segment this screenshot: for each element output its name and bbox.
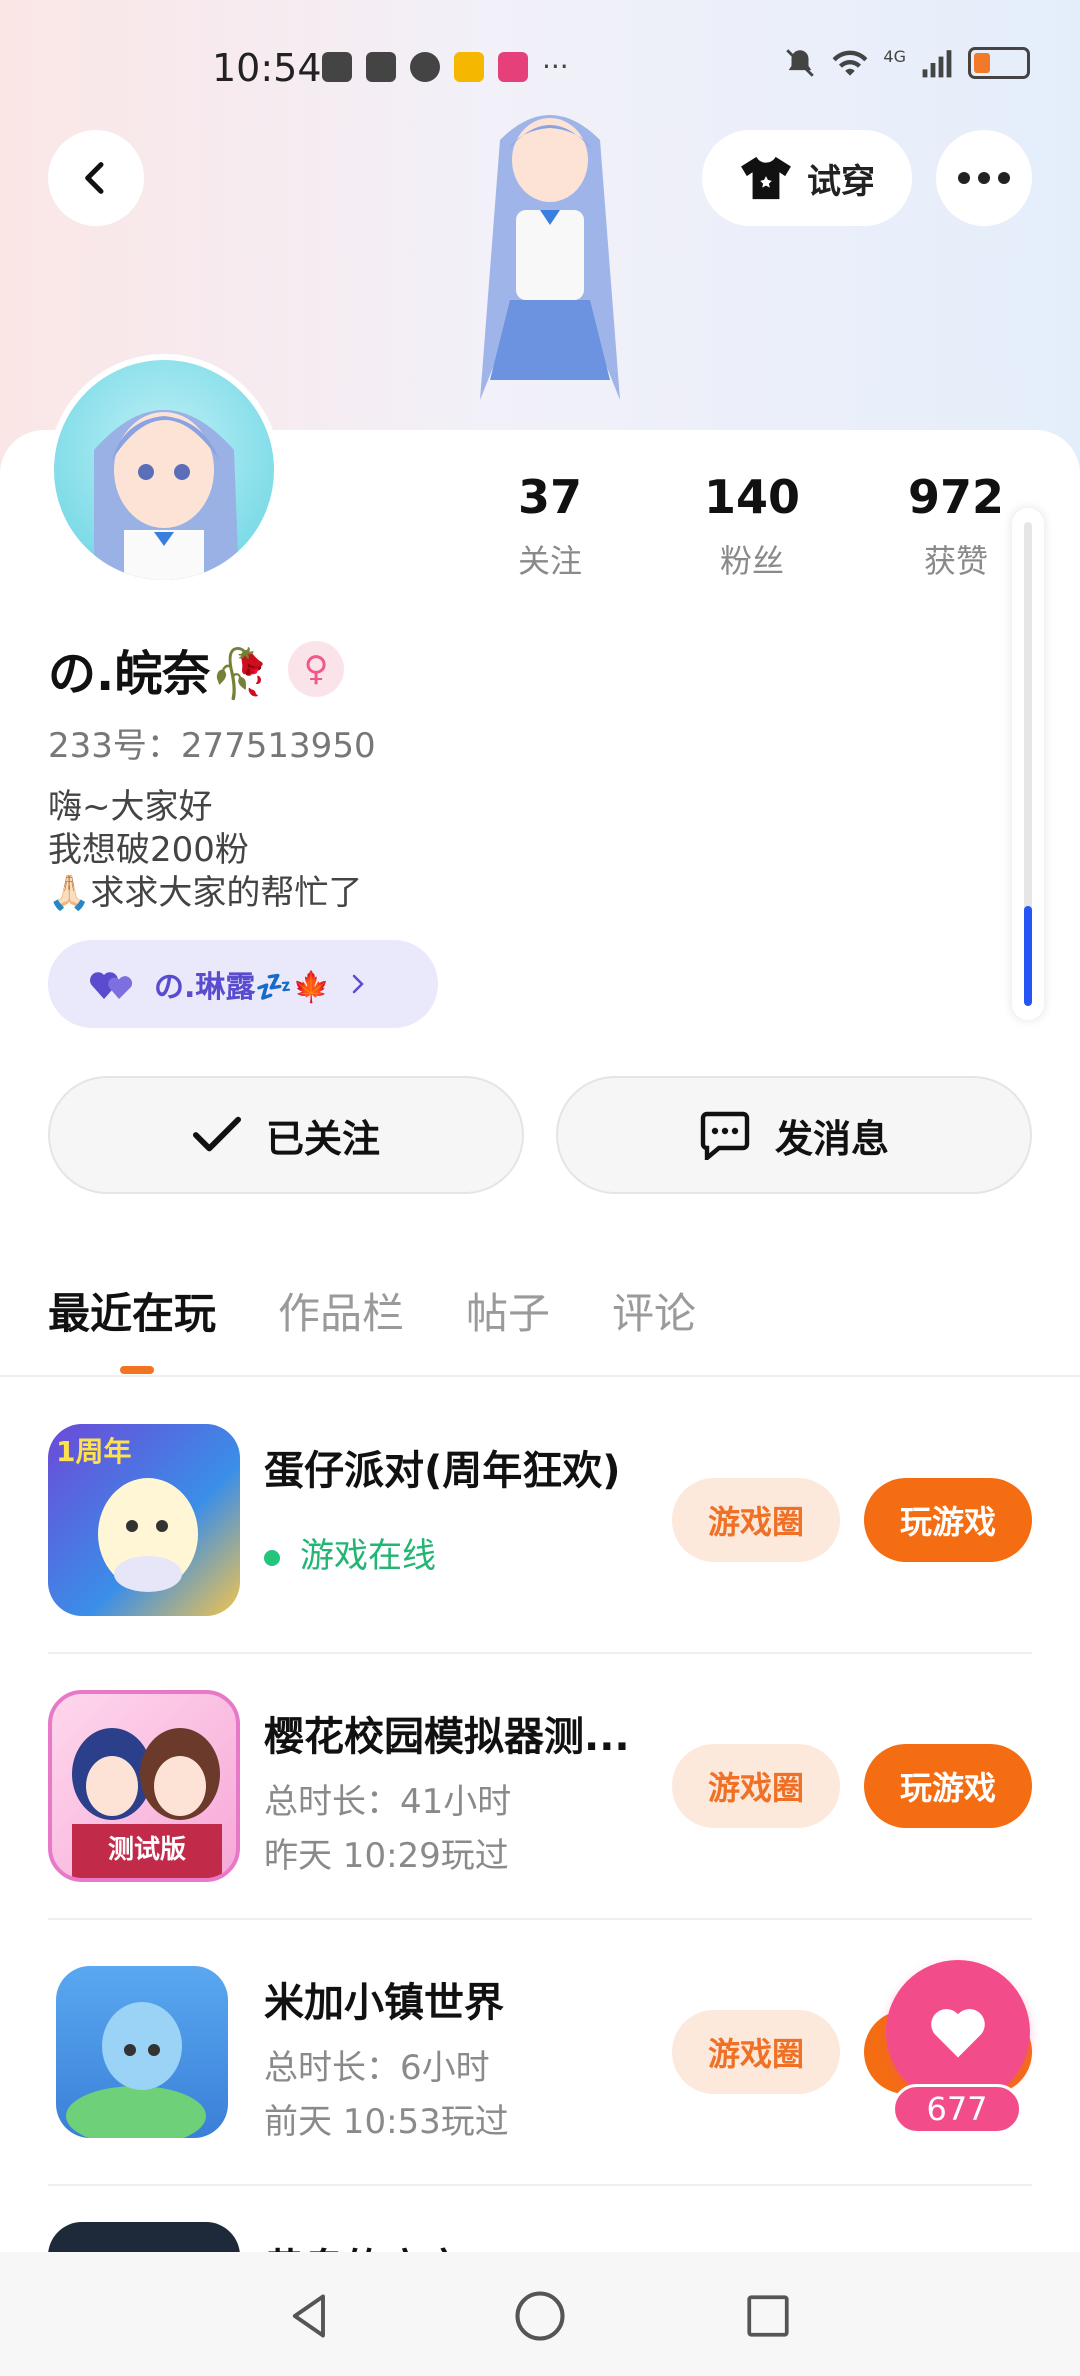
signal-icon — [922, 50, 952, 78]
nav-back-button[interactable] — [280, 2286, 340, 2346]
status-time: 10:54 — [212, 46, 322, 90]
back-button[interactable] — [48, 130, 144, 226]
nav-home-button[interactable] — [510, 2286, 570, 2346]
battery-icon — [968, 47, 1030, 79]
game-playtime: 总时长：41小时 — [264, 1782, 512, 1822]
female-gender-icon: ♀ — [288, 641, 345, 697]
bio-line: 嗨~大家好 — [48, 787, 213, 827]
game-circle-button[interactable]: 游戏圈 — [672, 1744, 840, 1828]
more-options-button[interactable] — [936, 130, 1032, 226]
system-navigation-bar — [0, 2252, 1080, 2376]
online-dot-icon — [264, 1549, 280, 1566]
play-game-button[interactable]: 玩游戏 — [864, 1478, 1032, 1562]
stat-followers[interactable]: 140 粉丝 — [672, 470, 832, 582]
profile-avatar[interactable] — [48, 354, 280, 586]
avatar-image — [94, 410, 239, 580]
game-icon-toca-world[interactable] — [56, 1966, 228, 2138]
online-status-text: 游戏在线 — [300, 1536, 436, 1576]
avatar-character-illustration — [480, 115, 620, 400]
try-on-label: 试穿 — [807, 161, 875, 202]
row-divider — [48, 1918, 1032, 1920]
nav-recents-button[interactable] — [738, 2286, 798, 2346]
chevron-right-icon — [352, 974, 364, 994]
followed-button[interactable]: 已关注 — [48, 1076, 524, 1194]
profile-bio: 嗨~大家好 我想破200粉 🙏🏻求求大家的帮忙了 — [48, 786, 362, 915]
tab-works[interactable]: 作品栏 — [278, 1280, 404, 1341]
game-list-item[interactable]: 黄泉的广宁 — [48, 2222, 1032, 2252]
row-divider — [48, 2184, 1032, 2186]
scroll-thumb[interactable] — [1024, 906, 1032, 1006]
mute-bell-icon — [786, 49, 815, 77]
chat-icon — [410, 51, 440, 82]
chevron-left-icon — [85, 162, 104, 194]
status-system-icons: 4G — [783, 46, 1030, 80]
game-circle-button[interactable]: 游戏圈 — [672, 2010, 840, 2094]
tab-recently-played[interactable]: 最近在玩 — [48, 1280, 216, 1374]
like-button[interactable] — [886, 1960, 1030, 2104]
double-heart-icon — [90, 972, 133, 999]
profile-name: の.皖奈🥀 — [48, 646, 271, 702]
stat-following[interactable]: 37 关注 — [470, 470, 630, 582]
game-icon-sakura-school[interactable]: 测试版 — [48, 1690, 240, 1882]
tab-posts[interactable]: 帖子 — [466, 1280, 550, 1341]
like-count-badge: 677 — [892, 2084, 1022, 2134]
followed-label: 已关注 — [265, 1116, 380, 1161]
game-circle-button[interactable]: 游戏圈 — [672, 1478, 840, 1562]
triangle-back-icon — [292, 2294, 325, 2338]
stat-value: 37 — [517, 470, 582, 524]
game-title: 黄泉的广宁 — [264, 2236, 664, 2252]
game-last-played: 昨天 10:29玩过 — [264, 1836, 509, 1876]
play-game-button[interactable]: 玩游戏 — [864, 1744, 1032, 1828]
status-notification-icons: ··· — [322, 50, 569, 83]
relation-name: の.琳露💤🍁 — [154, 970, 331, 1005]
more-notifications-icon: ··· — [542, 50, 569, 83]
game-title: 樱花校园模拟器测... — [264, 1714, 630, 1760]
profile-tabs: 最近在玩 作品栏 帖子 评论 — [48, 1280, 696, 1374]
stat-label: 粉丝 — [719, 542, 784, 580]
wifi-icon — [833, 50, 868, 76]
game-last-played: 前天 10:53玩过 — [264, 2102, 509, 2142]
app-notification-icon — [454, 51, 484, 82]
game-playtime: 总时长：6小时 — [264, 2048, 490, 2088]
profile-uid[interactable]: 233号：277513950 — [48, 718, 376, 767]
send-message-label: 发消息 — [774, 1116, 889, 1161]
missed-call-icon — [322, 51, 352, 82]
tabs-divider — [0, 1375, 1080, 1377]
heart-icon — [931, 2009, 985, 2058]
toca-character-image — [66, 2002, 206, 2138]
game-list-item[interactable]: 米加小镇世界 总时长：6小时 前天 10:53玩过 游戏圈 玩游戏 — [48, 1956, 1032, 2156]
chat-bubble-icon — [700, 1111, 750, 1160]
tab-comments[interactable]: 评论 — [612, 1280, 696, 1341]
scroll-indicator[interactable] — [1012, 508, 1044, 1020]
relation-chip[interactable]: の.琳露💤🍁 — [48, 940, 438, 1028]
square-recents-icon — [747, 2295, 789, 2337]
game-icon-badge: 测试版 — [108, 1835, 187, 1865]
send-message-button[interactable]: 发消息 — [556, 1076, 1032, 1194]
stat-label: 关注 — [517, 542, 582, 580]
profile-stats: 37 关注 140 粉丝 972 获赞 — [470, 470, 1030, 590]
bio-line: 我想破200粉 — [48, 830, 249, 870]
game-icon-badge: 1周年 — [56, 1435, 132, 1468]
video-app-icon — [498, 51, 528, 82]
profile-name-row: の.皖奈🥀 ♀ — [48, 634, 345, 704]
tshirt-icon — [741, 156, 791, 200]
game-icon-eggy-party[interactable]: 1周年 — [48, 1424, 240, 1616]
more-dots-icon — [958, 172, 1010, 184]
game-title: 米加小镇世界 — [264, 1980, 504, 2026]
stat-value: 972 — [907, 470, 1005, 524]
game-icon-partial[interactable] — [48, 2222, 240, 2252]
row-divider — [48, 1652, 1032, 1654]
try-on-button[interactable]: 试穿 — [702, 130, 912, 226]
game-list-item[interactable]: 测试版 樱花校园模拟器测... 总时长：41小时 昨天 10:29玩过 游戏圈 … — [48, 1690, 1032, 1890]
game-online-status: 游戏在线 — [264, 1528, 436, 1577]
sim-icon — [366, 51, 396, 82]
checkmark-icon — [192, 1116, 242, 1152]
bio-line: 🙏🏻求求大家的帮忙了 — [48, 873, 363, 913]
network-type: 4G — [883, 46, 906, 66]
game-title: 蛋仔派对(周年狂欢) — [264, 1448, 621, 1494]
circle-home-icon — [515, 2291, 565, 2341]
game-list-item[interactable]: 1周年 蛋仔派对(周年狂欢) 游戏在线 游戏圈 玩游戏 — [48, 1424, 1032, 1624]
stat-value: 140 — [703, 470, 801, 524]
status-bar: 10:54 ··· 4G — [0, 40, 1080, 96]
